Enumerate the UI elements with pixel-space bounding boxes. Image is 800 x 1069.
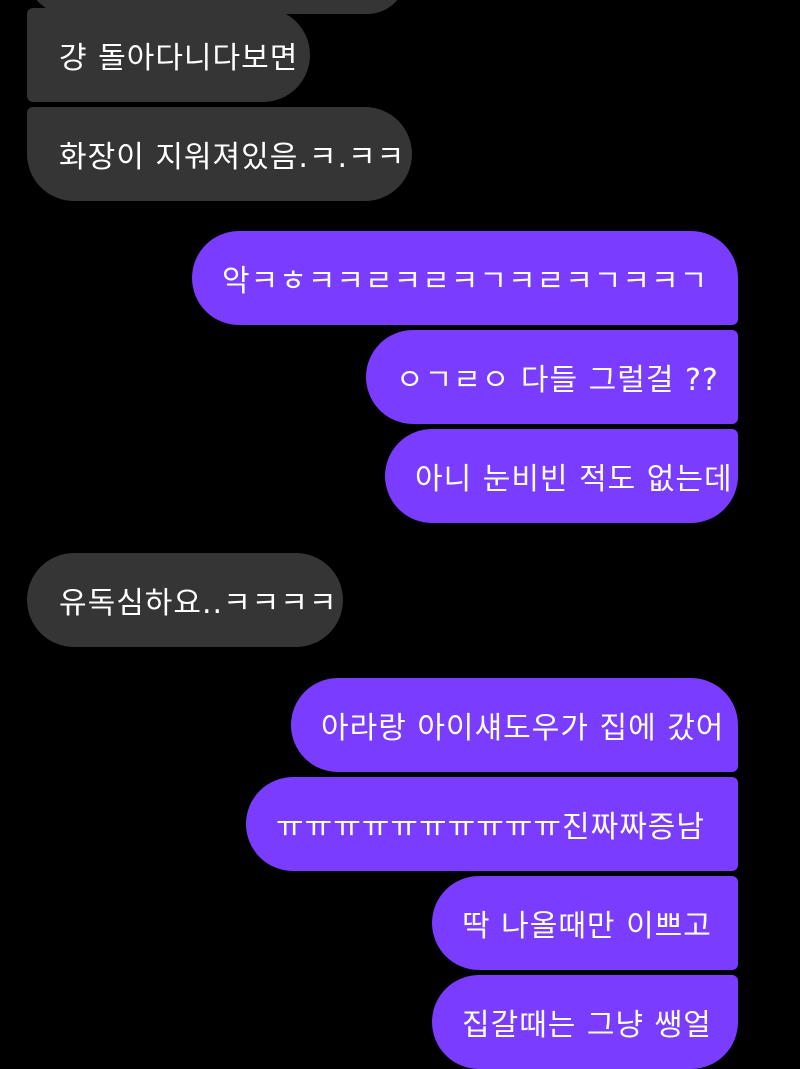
message-text: ㅠㅠㅠㅠㅠㅠㅠㅠㅠㅠ진짜짜증남 [276, 810, 705, 845]
message-text: 집갈때는 그냥 쌩얼 [462, 1008, 712, 1043]
message-text: ㅇㄱㄹㅇ 다들 그럴걸 ?? [396, 363, 719, 398]
sent-message-bubble: 악ㅋㅎㅋㅋㄹㅋㄹㅋㄱㅋㄹㅋㄱㅋㅋㄱ [192, 231, 738, 325]
sent-message-bubble: ㅇㄱㄹㅇ 다들 그럴걸 ?? [366, 330, 738, 424]
received-message-bubble: 화장이 지워져있음.ㅋ.ㅋㅋ [27, 107, 412, 201]
message-text: 아니 눈비빈 적도 없는데 [415, 462, 733, 497]
chat-conversation: 걍 돌아다니다보면 화장이 지워져있음.ㅋ.ㅋㅋ 악ㅋㅎㅋㅋㄹㅋㄹㅋㄱㅋㄹㅋㄱㅋ… [0, 0, 800, 1069]
sent-message-bubble: 아니 눈비빈 적도 없는데 [385, 429, 738, 523]
message-text: 악ㅋㅎㅋㅋㄹㅋㄹㅋㄱㅋㄹㅋㄱㅋㅋㄱ [222, 264, 709, 299]
received-message-bubble: 걍 돌아다니다보면 [27, 8, 310, 102]
message-text: 화장이 지워져있음.ㅋ.ㅋㅋ [59, 140, 406, 175]
message-text: 유독심하요..ㅋㅋㅋㅋ [59, 586, 338, 621]
sent-message-bubble: 집갈때는 그냥 쌩얼 [432, 975, 738, 1069]
sent-message-bubble: 아라랑 아이섀도우가 집에 갔어 [291, 678, 738, 772]
received-message-bubble: 유독심하요..ㅋㅋㅋㅋ [27, 553, 343, 647]
message-text: 걍 돌아다니다보면 [59, 41, 299, 76]
message-text: 딱 나올때만 이쁘고 [462, 909, 712, 944]
sent-message-bubble: 딱 나올때만 이쁘고 [432, 876, 738, 970]
message-text: 아라랑 아이섀도우가 집에 갔어 [321, 711, 725, 746]
sent-message-bubble: ㅠㅠㅠㅠㅠㅠㅠㅠㅠㅠ진짜짜증남 [246, 777, 738, 871]
